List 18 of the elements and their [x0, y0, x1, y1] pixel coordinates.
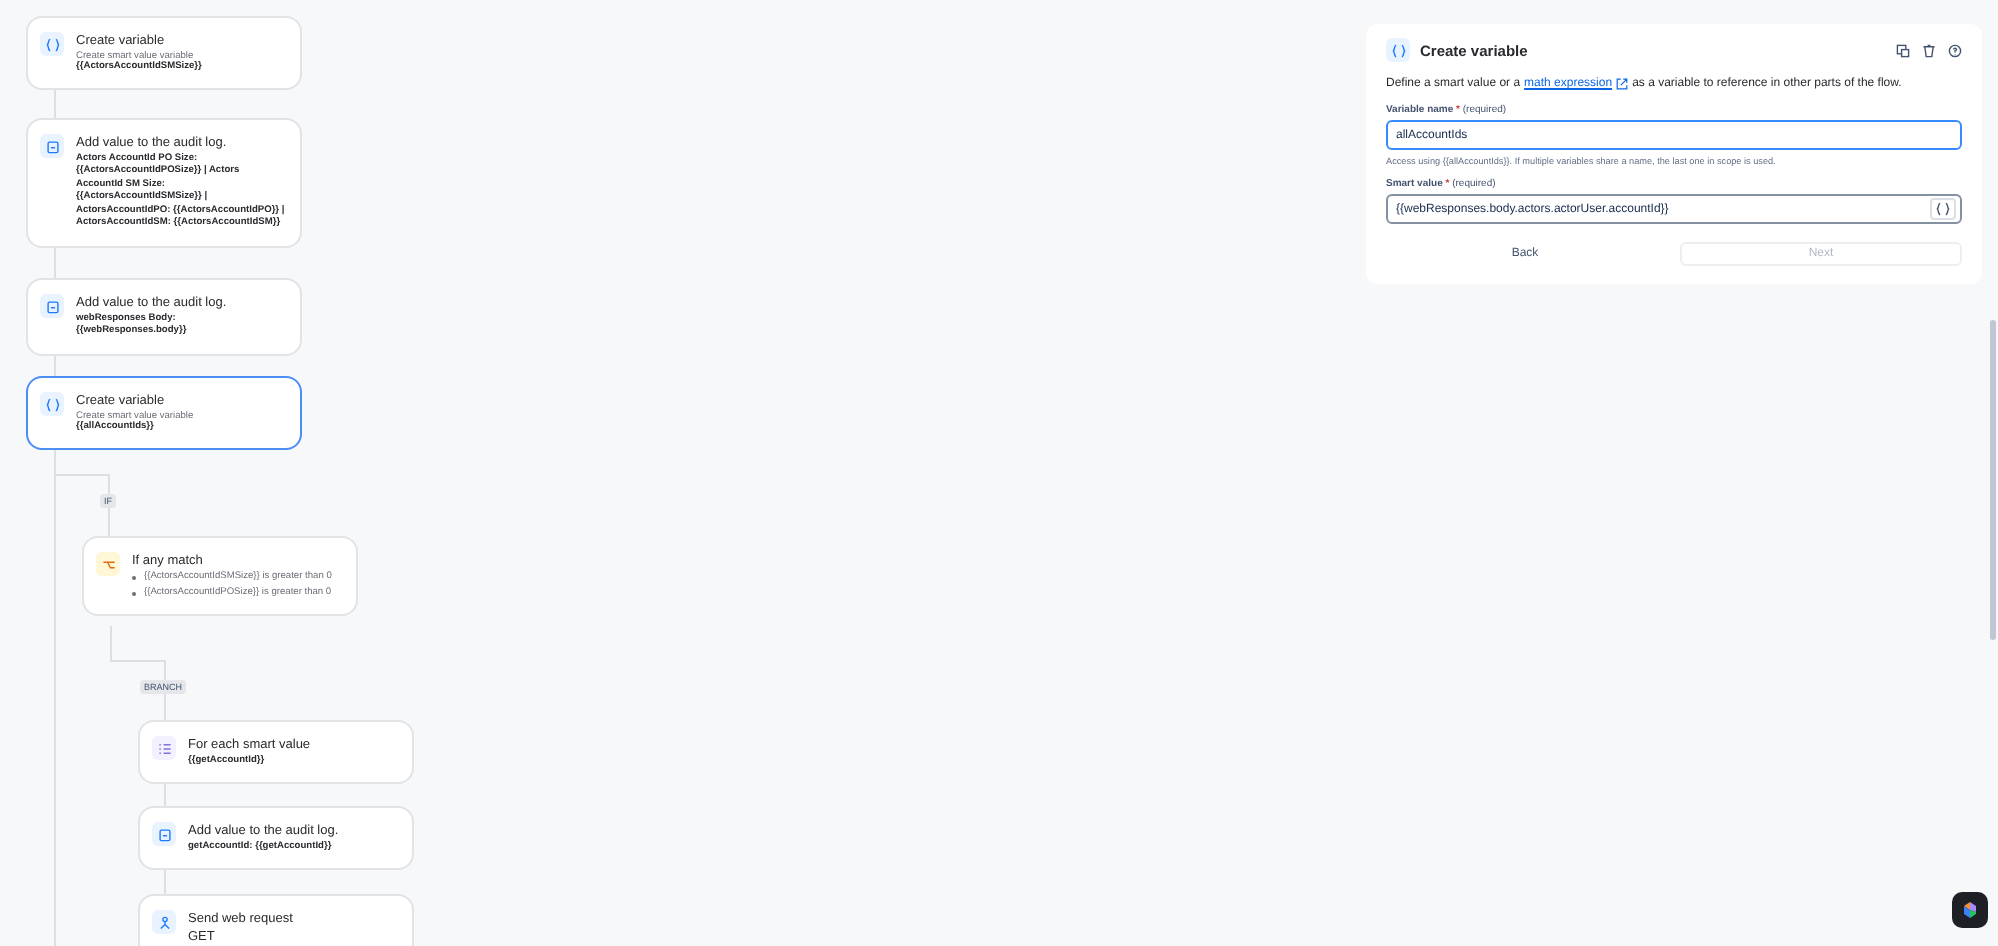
branch-icon [101, 557, 115, 571]
braces-button[interactable] [1930, 198, 1956, 220]
trash-icon[interactable] [1922, 43, 1936, 57]
braces-icon [45, 37, 59, 51]
scrollbar[interactable] [1990, 320, 1996, 640]
braces-icon [45, 397, 59, 411]
list-icon [157, 741, 171, 755]
copy-icon[interactable] [1896, 43, 1910, 57]
network-icon [157, 915, 171, 929]
assistant-button[interactable] [1952, 892, 1988, 928]
clipboard-icon [45, 299, 59, 313]
braces-icon [1391, 43, 1405, 57]
logo-icon [1960, 900, 1980, 920]
clipboard-icon [45, 139, 59, 153]
clipboard-icon [157, 827, 171, 841]
flow-step-card[interactable] [26, 118, 302, 248]
external-link-icon [1616, 78, 1629, 90]
help-icon[interactable] [1948, 43, 1962, 57]
